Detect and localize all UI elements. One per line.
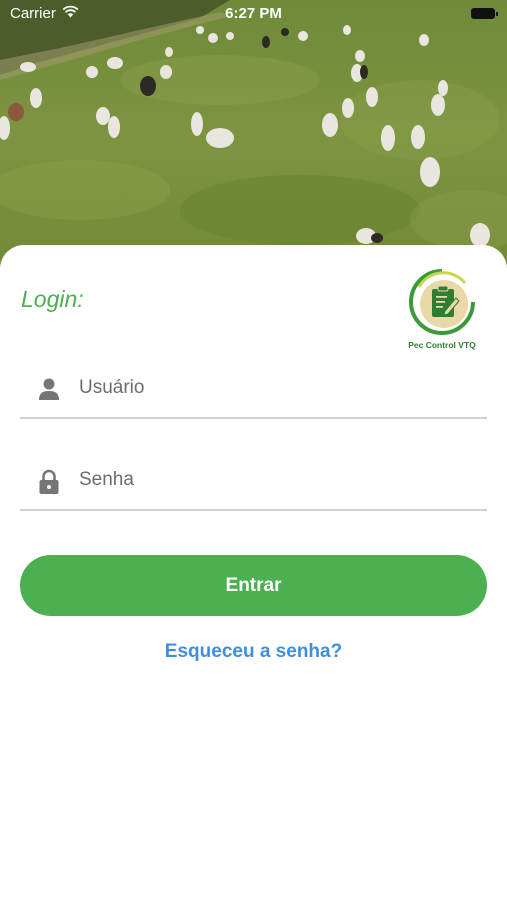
hero-pasture-image — [0, 0, 507, 270]
login-title: Login: — [21, 286, 84, 312]
forgot-password-link[interactable]: Esqueceu a senha? — [0, 641, 507, 663]
clipboard-pencil-logo-icon — [409, 269, 475, 335]
username-field — [20, 359, 487, 419]
username-input[interactable] — [79, 371, 469, 405]
lock-icon — [38, 469, 60, 494]
person-icon — [38, 377, 60, 401]
pasture-photo — [0, 0, 507, 270]
password-input[interactable] — [79, 463, 469, 497]
enter-button[interactable]: Entrar — [20, 555, 487, 616]
battery-icon — [471, 8, 498, 19]
password-field — [20, 451, 487, 511]
brand-logo: Pec Control VTQ — [402, 267, 482, 353]
login-card: Login: Pec Control VTQ Usuário Entrar Es… — [0, 245, 507, 900]
brand-name: Pec Control VTQ — [408, 340, 476, 350]
clock-time: 6:27 PM — [225, 5, 282, 22]
status-bar: Carrier 6:27 PM — [0, 0, 507, 28]
